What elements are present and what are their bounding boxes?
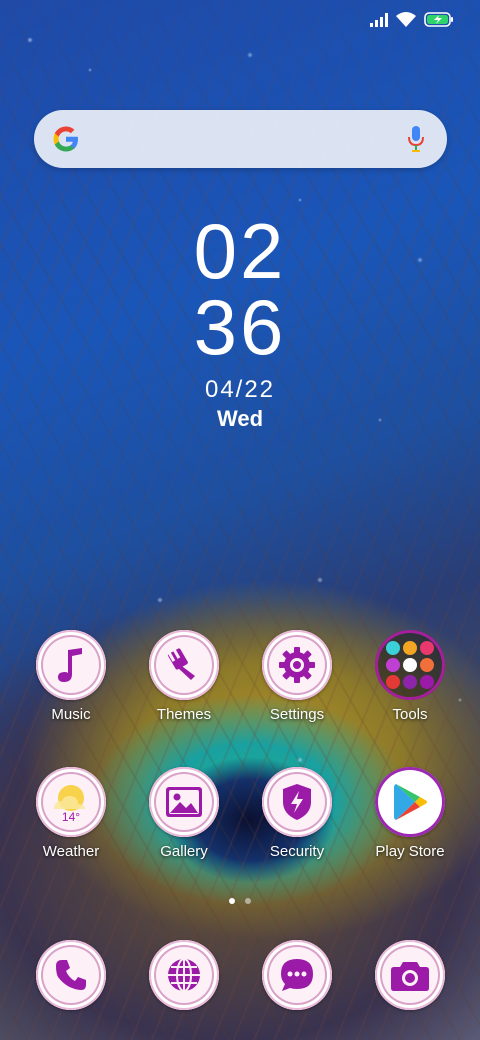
clock-hour[interactable]: 02 (0, 212, 480, 290)
dock-phone[interactable] (11, 940, 131, 1010)
image-icon (149, 767, 219, 837)
play-store-icon (375, 767, 445, 837)
app-label: Play Store (375, 843, 445, 860)
app-label: Music (51, 706, 91, 723)
app-play-store[interactable]: Play Store (350, 767, 470, 860)
paint-brush-icon (149, 630, 219, 700)
app-label: Gallery (160, 843, 208, 860)
chat-icon (262, 940, 332, 1010)
phone-icon (36, 940, 106, 1010)
mic-icon[interactable] (407, 125, 425, 158)
app-settings[interactable]: Settings (237, 630, 357, 723)
google-g-icon (51, 124, 81, 159)
google-search-bar[interactable] (34, 110, 447, 168)
folder-icon (375, 630, 445, 700)
globe-icon (149, 940, 219, 1010)
music-note-icon (36, 630, 106, 700)
dock-browser[interactable] (124, 940, 244, 1010)
status-bar (0, 0, 480, 40)
wifi-icon (396, 12, 416, 32)
page-indicator (0, 898, 480, 904)
app-themes[interactable]: Themes (124, 630, 244, 723)
battery-charging-icon (424, 12, 454, 32)
weather-sun-icon: 14° (36, 767, 106, 837)
app-label: Tools (392, 706, 428, 723)
app-security[interactable]: Security (237, 767, 357, 860)
app-label: Themes (156, 706, 212, 723)
clock-date: 04/22 (204, 376, 276, 403)
signal-icon (370, 12, 388, 32)
app-weather[interactable]: 14° Weather (11, 767, 131, 860)
app-music[interactable]: Music (11, 630, 131, 723)
app-gallery[interactable]: Gallery (124, 767, 244, 860)
page-dot-active (229, 898, 235, 904)
folder-tools[interactable]: Tools (350, 630, 470, 723)
dock-messages[interactable] (237, 940, 357, 1010)
page-dot (245, 898, 251, 904)
camera-icon (375, 940, 445, 1010)
app-label: Settings (269, 706, 325, 723)
dock-camera[interactable] (350, 940, 470, 1010)
weather-temp: 14° (62, 810, 80, 824)
gear-icon (262, 630, 332, 700)
shield-bolt-icon (262, 767, 332, 837)
app-label: Security (269, 843, 325, 860)
clock-day: Wed (216, 406, 264, 431)
app-label: Weather (42, 843, 100, 860)
clock-minute[interactable]: 36 (0, 288, 480, 366)
